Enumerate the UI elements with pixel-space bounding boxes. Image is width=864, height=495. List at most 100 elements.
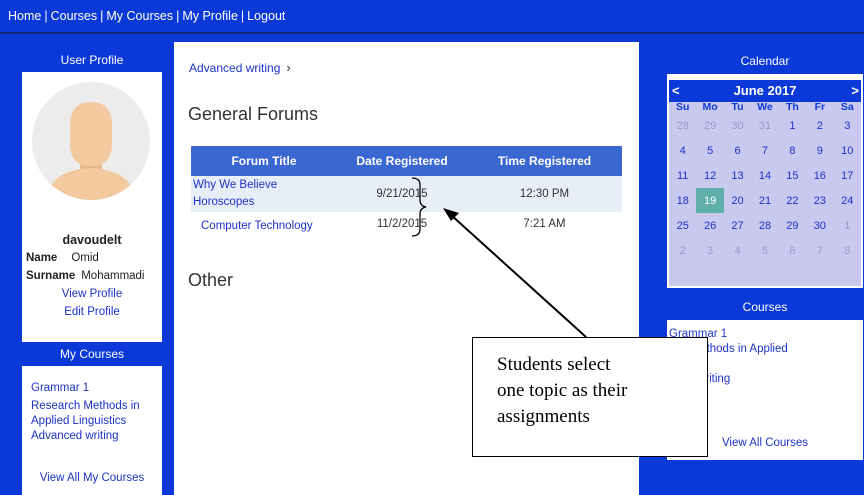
calendar-day[interactable]: 1 xyxy=(779,113,806,138)
calendar-day[interactable]: 15 xyxy=(779,163,806,188)
avatar xyxy=(32,82,150,200)
calendar-day[interactable]: 30 xyxy=(806,213,833,238)
calendar-day[interactable]: 21 xyxy=(751,188,778,213)
calendar-day[interactable]: 17 xyxy=(834,163,861,188)
calendar-day[interactable]: 23 xyxy=(806,188,833,213)
calendar-next-button[interactable]: > xyxy=(851,83,859,98)
calendar-panel: Calendar < June 2017 > Su Mo Tu We Th Fr Sa 28… xyxy=(667,48,863,288)
my-course-item[interactable]: Advanced writing xyxy=(31,429,159,444)
forum-time: 12:30 PM xyxy=(467,176,622,212)
my-course-item[interactable]: Grammar 1 xyxy=(31,381,159,396)
edit-profile-link[interactable]: Edit Profile xyxy=(22,306,162,318)
nav-my-profile[interactable]: My Profile xyxy=(182,9,238,23)
calendar-day[interactable]: 29 xyxy=(779,213,806,238)
calendar-week-row: 25 26 27 28 29 30 1 xyxy=(669,213,861,238)
nav-courses[interactable]: Courses xyxy=(51,9,98,23)
general-forums-heading: General Forums xyxy=(188,104,319,124)
nav-logout[interactable]: Logout xyxy=(247,9,285,23)
calendar-header: Calendar xyxy=(667,48,863,74)
calendar-day[interactable]: 3 xyxy=(834,113,861,138)
calendar-day[interactable]: 25 xyxy=(669,213,696,238)
column-header-time-registered: Time Registered xyxy=(467,146,622,176)
top-navbar: Home | Courses | My Courses | My Profile | Logou… xyxy=(0,0,864,34)
calendar-day[interactable]: 8 xyxy=(779,138,806,163)
calendar-day[interactable]: 3 xyxy=(696,238,723,263)
calendar-day[interactable]: 13 xyxy=(724,163,751,188)
calendar-day[interactable]: 9 xyxy=(806,138,833,163)
calendar-day[interactable]: 18 xyxy=(669,188,696,213)
my-courses-list: Grammar 1 Research Methods in Applied Li… xyxy=(31,381,159,444)
calendar-day[interactable]: 4 xyxy=(669,138,696,163)
calendar-weekday: Tu xyxy=(731,101,744,113)
calendar-day[interactable]: 11 xyxy=(669,163,696,188)
calendar-day[interactable]: 4 xyxy=(724,238,751,263)
view-all-my-courses-link[interactable]: View All My Courses xyxy=(22,472,162,484)
calendar-day[interactable]: 16 xyxy=(806,163,833,188)
calendar-day-today[interactable]: 19 xyxy=(696,188,724,213)
calendar-day[interactable]: 30 xyxy=(724,113,751,138)
calendar-days: 28 29 30 31 1 2 3 4 5 6 7 8 9 10 11 12 13 14 15 16 17 18 19 20 2… xyxy=(669,113,861,263)
calendar-day[interactable]: 10 xyxy=(834,138,861,163)
table-row[interactable]: Computer Technology 11/2/2015 7:21 AM xyxy=(191,212,622,246)
table-row[interactable]: Why We Believe Horoscopes 9/21/2015 12:30… xyxy=(191,176,622,212)
calendar-day[interactable]: 31 xyxy=(751,113,778,138)
calendar-day[interactable]: 7 xyxy=(751,138,778,163)
courses-header: Courses xyxy=(667,294,863,320)
calendar-day[interactable]: 26 xyxy=(696,213,723,238)
calendar-day[interactable]: 5 xyxy=(751,238,778,263)
breadcrumb-course[interactable]: Advanced writing xyxy=(189,61,280,75)
calendar-day[interactable]: 7 xyxy=(806,238,833,263)
nav-separator: | xyxy=(176,9,180,23)
forum-date: 9/21/2015 xyxy=(337,176,467,212)
view-profile-link[interactable]: View Profile xyxy=(22,288,162,300)
forum-title-link[interactable]: Computer Technology xyxy=(191,212,337,246)
calendar-day[interactable]: 8 xyxy=(834,238,861,263)
calendar-nav: < June 2017 > xyxy=(669,80,861,102)
annotation-callout: Students select one topic as their assig… xyxy=(472,337,708,457)
callout-line: one topic as their xyxy=(497,380,628,401)
forum-title-line[interactable]: Horoscopes xyxy=(193,196,254,208)
forum-time: 7:21 AM xyxy=(467,212,622,246)
calendar-day[interactable]: 28 xyxy=(751,213,778,238)
calendar-weekday: We xyxy=(757,101,773,113)
profile-name-row: Name Omid xyxy=(26,252,99,264)
breadcrumb[interactable]: Advanced writing › xyxy=(189,60,291,75)
avatar-icon xyxy=(32,82,150,200)
calendar-day[interactable]: 14 xyxy=(751,163,778,188)
calendar-weekday: Sa xyxy=(840,101,854,113)
calendar-month-label: June 2017 xyxy=(733,83,797,98)
calendar-week-row: 11 12 13 14 15 16 17 xyxy=(669,163,861,188)
surname-label: Surname xyxy=(26,270,76,282)
calendar-day[interactable]: 1 xyxy=(834,213,861,238)
forum-table: Forum Title Date Registered Time Registe… xyxy=(191,146,622,246)
forum-title-link[interactable]: Why We Believe Horoscopes xyxy=(191,176,337,212)
calendar-week-row: 28 29 30 31 1 2 3 xyxy=(669,113,861,138)
profile-username: davoudelt xyxy=(62,233,122,247)
calendar-day[interactable]: 24 xyxy=(834,188,861,213)
nav-home[interactable]: Home xyxy=(8,9,41,23)
callout-line: assignments xyxy=(497,406,590,427)
calendar-day[interactable]: 29 xyxy=(696,113,723,138)
nav-separator: | xyxy=(100,9,104,23)
calendar-grid: Su Mo Tu We Th Fr Sa 28 29 30 31 1 2 3 4 5 6 7 8 9 10 11 12 13… xyxy=(669,102,861,263)
my-course-item[interactable]: Research Methods in xyxy=(31,399,159,414)
name-label: Name xyxy=(26,252,58,264)
calendar-day[interactable]: 2 xyxy=(669,238,696,263)
calendar-day[interactable]: 6 xyxy=(724,138,751,163)
forum-title-line[interactable]: Why We Believe xyxy=(193,179,277,191)
nav-my-courses[interactable]: My Courses xyxy=(106,9,173,23)
my-course-item[interactable]: Applied Linguistics xyxy=(31,414,159,429)
calendar-day[interactable]: 27 xyxy=(724,213,751,238)
calendar-day[interactable]: 6 xyxy=(779,238,806,263)
calendar-week-row: 18 19 20 21 22 23 24 xyxy=(669,188,861,213)
calendar-week-row: 2345678 xyxy=(669,238,861,263)
calendar-day[interactable]: 12 xyxy=(696,163,723,188)
calendar-day[interactable]: 22 xyxy=(779,188,806,213)
calendar-day[interactable]: 28 xyxy=(669,113,696,138)
calendar-day[interactable]: 20 xyxy=(724,188,751,213)
nav-separator: | xyxy=(240,9,245,23)
calendar-day[interactable]: 5 xyxy=(696,138,723,163)
profile-surname-row: Surname Mohammadi xyxy=(26,270,145,282)
calendar-day[interactable]: 2 xyxy=(806,113,833,138)
column-header-forum-title: Forum Title xyxy=(191,146,337,176)
